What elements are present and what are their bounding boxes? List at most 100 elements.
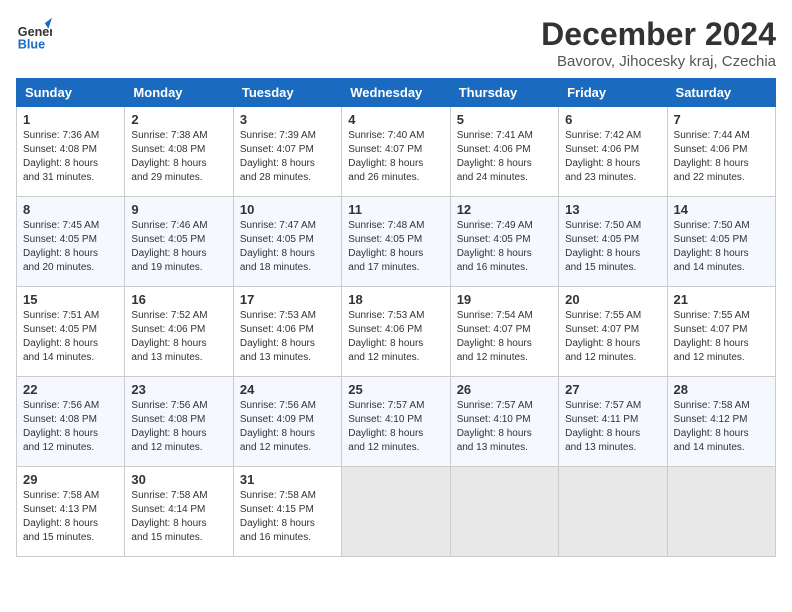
calendar-cell [450,467,558,557]
day-info: Sunrise: 7:42 AM Sunset: 4:06 PM Dayligh… [565,129,660,185]
day-number: 23 [131,382,226,397]
day-info: Sunrise: 7:54 AM Sunset: 4:07 PM Dayligh… [457,309,552,365]
calendar-cell: 14Sunrise: 7:50 AM Sunset: 4:05 PM Dayli… [667,197,775,287]
calendar-cell: 9 Sunrise: 7:46 AM Sunset: 4:05 PM Daylig… [125,197,233,287]
weekday-header-saturday: Saturday [667,79,775,107]
day-number: 21 [674,292,769,307]
calendar-cell: 22 Sunrise: 7:56 AM Sunset: 4:08 PM Dayli… [17,377,125,467]
day-info: Sunrise: 7:58 AM Sunset: 4:14 PM Dayligh… [131,489,226,545]
day-number: 24 [240,382,335,397]
weekday-header-sunday: Sunday [17,79,125,107]
day-info: Sunrise: 7:38 AM Sunset: 4:08 PM Dayligh… [131,129,226,185]
week-row-4: 22 Sunrise: 7:56 AM Sunset: 4:08 PM Dayli… [17,377,776,467]
day-info: Sunrise: 7:56 AM Sunset: 4:09 PM Dayligh… [240,399,335,455]
weekday-header-wednesday: Wednesday [342,79,450,107]
calendar-cell: 31Sunrise: 7:58 AM Sunset: 4:15 PM Dayli… [233,467,341,557]
calendar-cell: 5 Sunrise: 7:41 AM Sunset: 4:06 PM Daylig… [450,107,558,197]
day-number: 12 [457,202,552,217]
day-number: 9 [131,202,226,217]
calendar-cell: 10Sunrise: 7:47 AM Sunset: 4:05 PM Dayli… [233,197,341,287]
day-number: 6 [565,112,660,127]
calendar-cell: 1 Sunrise: 7:36 AM Sunset: 4:08 PM Daylig… [17,107,125,197]
weekday-header-monday: Monday [125,79,233,107]
day-info: Sunrise: 7:52 AM Sunset: 4:06 PM Dayligh… [131,309,226,365]
week-row-5: 29Sunrise: 7:58 AM Sunset: 4:13 PM Dayli… [17,467,776,557]
day-number: 17 [240,292,335,307]
day-info: Sunrise: 7:50 AM Sunset: 4:05 PM Dayligh… [565,219,660,275]
weekday-header-row: SundayMondayTuesdayWednesdayThursdayFrid… [17,79,776,107]
svg-text:Blue: Blue [18,37,45,51]
day-number: 27 [565,382,660,397]
day-info: Sunrise: 7:53 AM Sunset: 4:06 PM Dayligh… [240,309,335,365]
day-info: Sunrise: 7:57 AM Sunset: 4:11 PM Dayligh… [565,399,660,455]
calendar-cell: 24 Sunrise: 7:56 AM Sunset: 4:09 PM Dayli… [233,377,341,467]
day-info: Sunrise: 7:48 AM Sunset: 4:05 PM Dayligh… [348,219,443,275]
day-info: Sunrise: 7:45 AM Sunset: 4:05 PM Dayligh… [23,219,118,275]
day-number: 15 [23,292,118,307]
day-number: 4 [348,112,443,127]
day-info: Sunrise: 7:39 AM Sunset: 4:07 PM Dayligh… [240,129,335,185]
day-info: Sunrise: 7:49 AM Sunset: 4:05 PM Dayligh… [457,219,552,275]
day-info: Sunrise: 7:57 AM Sunset: 4:10 PM Dayligh… [348,399,443,455]
calendar-cell [559,467,667,557]
calendar-cell: 23Sunrise: 7:56 AM Sunset: 4:08 PM Dayli… [125,377,233,467]
calendar-cell: 16 Sunrise: 7:52 AM Sunset: 4:06 PM Dayli… [125,287,233,377]
day-info: Sunrise: 7:40 AM Sunset: 4:07 PM Dayligh… [348,129,443,185]
calendar-cell: 7 Sunrise: 7:44 AM Sunset: 4:06 PM Daylig… [667,107,775,197]
day-info: Sunrise: 7:47 AM Sunset: 4:05 PM Dayligh… [240,219,335,275]
day-info: Sunrise: 7:58 AM Sunset: 4:12 PM Dayligh… [674,399,769,455]
day-number: 26 [457,382,552,397]
calendar-cell: 4 Sunrise: 7:40 AM Sunset: 4:07 PM Daylig… [342,107,450,197]
calendar-cell: 28Sunrise: 7:58 AM Sunset: 4:12 PM Dayli… [667,377,775,467]
day-number: 5 [457,112,552,127]
location-title: Bavorov, Jihocesky kraj, Czechia [541,53,776,70]
week-row-1: 1 Sunrise: 7:36 AM Sunset: 4:08 PM Daylig… [17,107,776,197]
day-info: Sunrise: 7:58 AM Sunset: 4:15 PM Dayligh… [240,489,335,545]
calendar-cell [667,467,775,557]
calendar-cell: 6 Sunrise: 7:42 AM Sunset: 4:06 PM Daylig… [559,107,667,197]
title-block: December 2024 Bavorov, Jihocesky kraj, C… [541,16,776,70]
calendar-cell: 29Sunrise: 7:58 AM Sunset: 4:13 PM Dayli… [17,467,125,557]
day-number: 22 [23,382,118,397]
day-number: 19 [457,292,552,307]
calendar-cell: 30 Sunrise: 7:58 AM Sunset: 4:14 PM Dayli… [125,467,233,557]
day-info: Sunrise: 7:56 AM Sunset: 4:08 PM Dayligh… [23,399,118,455]
calendar-cell: 19 Sunrise: 7:54 AM Sunset: 4:07 PM Dayli… [450,287,558,377]
week-row-2: 8 Sunrise: 7:45 AM Sunset: 4:05 PM Daylig… [17,197,776,287]
day-number: 1 [23,112,118,127]
day-info: Sunrise: 7:53 AM Sunset: 4:06 PM Dayligh… [348,309,443,365]
calendar-cell: 15 Sunrise: 7:51 AM Sunset: 4:05 PM Dayli… [17,287,125,377]
day-info: Sunrise: 7:44 AM Sunset: 4:06 PM Dayligh… [674,129,769,185]
day-number: 8 [23,202,118,217]
day-info: Sunrise: 7:57 AM Sunset: 4:10 PM Dayligh… [457,399,552,455]
day-number: 18 [348,292,443,307]
logo-icon: General Blue [16,16,52,52]
day-number: 20 [565,292,660,307]
day-info: Sunrise: 7:55 AM Sunset: 4:07 PM Dayligh… [674,309,769,365]
day-info: Sunrise: 7:36 AM Sunset: 4:08 PM Dayligh… [23,129,118,185]
weekday-header-tuesday: Tuesday [233,79,341,107]
day-info: Sunrise: 7:46 AM Sunset: 4:05 PM Dayligh… [131,219,226,275]
day-number: 11 [348,202,443,217]
calendar-cell: 3 Sunrise: 7:39 AM Sunset: 4:07 PM Daylig… [233,107,341,197]
day-number: 30 [131,472,226,487]
calendar-cell: 13 Sunrise: 7:50 AM Sunset: 4:05 PM Dayli… [559,197,667,287]
day-number: 3 [240,112,335,127]
calendar-table: SundayMondayTuesdayWednesdayThursdayFrid… [16,78,776,557]
month-title: December 2024 [541,16,776,53]
calendar-cell: 12 Sunrise: 7:49 AM Sunset: 4:05 PM Dayli… [450,197,558,287]
calendar-body: 1 Sunrise: 7:36 AM Sunset: 4:08 PM Daylig… [17,107,776,557]
calendar-cell: 25 Sunrise: 7:57 AM Sunset: 4:10 PM Dayli… [342,377,450,467]
day-number: 16 [131,292,226,307]
calendar-cell: 2 Sunrise: 7:38 AM Sunset: 4:08 PM Daylig… [125,107,233,197]
day-info: Sunrise: 7:51 AM Sunset: 4:05 PM Dayligh… [23,309,118,365]
day-number: 25 [348,382,443,397]
day-number: 13 [565,202,660,217]
day-info: Sunrise: 7:50 AM Sunset: 4:05 PM Dayligh… [674,219,769,275]
day-info: Sunrise: 7:41 AM Sunset: 4:06 PM Dayligh… [457,129,552,185]
calendar-cell: 18 Sunrise: 7:53 AM Sunset: 4:06 PM Dayli… [342,287,450,377]
calendar-cell: 20Sunrise: 7:55 AM Sunset: 4:07 PM Dayli… [559,287,667,377]
day-number: 7 [674,112,769,127]
day-info: Sunrise: 7:58 AM Sunset: 4:13 PM Dayligh… [23,489,118,545]
day-number: 2 [131,112,226,127]
